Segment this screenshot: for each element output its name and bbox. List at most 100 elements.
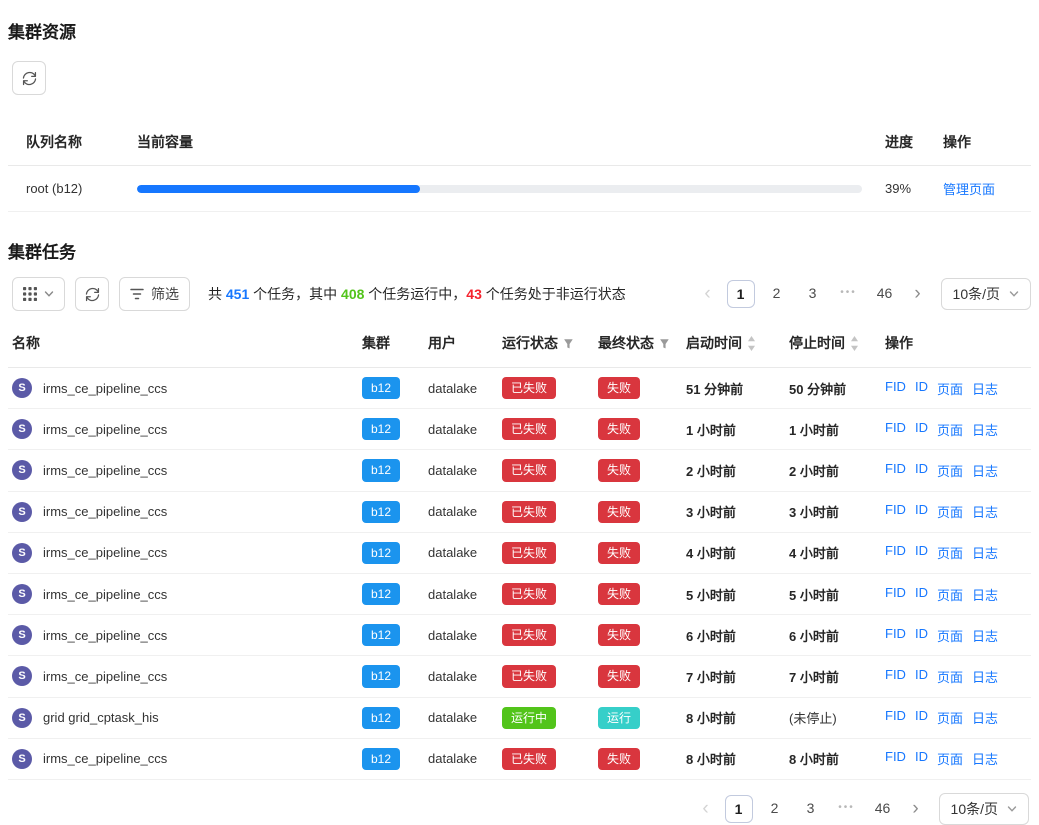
page-link[interactable]: 页面 [937, 667, 963, 686]
pagination-page-last[interactable]: 46 [869, 795, 897, 823]
start-time-header: 启动时间 [686, 333, 742, 353]
table-row: S irms_ce_pipeline_ccs b12 datalake 已失败 … [8, 615, 1031, 656]
fid-link[interactable]: FID [885, 379, 906, 398]
id-link[interactable]: ID [915, 543, 928, 562]
pagination-page-last[interactable]: 46 [871, 280, 899, 308]
fid-link[interactable]: FID [885, 708, 906, 727]
id-link[interactable]: ID [915, 461, 928, 480]
log-link[interactable]: 日志 [972, 461, 998, 480]
log-link[interactable]: 日志 [972, 749, 998, 768]
log-link[interactable]: 日志 [972, 543, 998, 562]
id-link[interactable]: ID [915, 420, 928, 439]
cluster-badge: b12 [362, 748, 400, 770]
start-time-cell: 3 小时前 [682, 491, 785, 532]
log-link[interactable]: 日志 [972, 708, 998, 727]
log-link[interactable]: 日志 [972, 626, 998, 645]
page-link[interactable]: 页面 [937, 749, 963, 768]
manage-page-link[interactable]: 管理页面 [943, 182, 995, 197]
final-status-badge: 失败 [598, 501, 640, 523]
fid-link[interactable]: FID [885, 461, 906, 480]
fid-link[interactable]: FID [885, 420, 906, 439]
pagination-next-button[interactable]: › [907, 281, 929, 307]
page-link[interactable]: 页面 [937, 461, 963, 480]
fid-link[interactable]: FID [885, 667, 906, 686]
pagination-prev-button[interactable]: ‹ [697, 281, 719, 307]
start-time-sorter-icon[interactable] [747, 336, 756, 351]
page-link[interactable]: 页面 [937, 502, 963, 521]
log-link[interactable]: 日志 [972, 585, 998, 604]
page-link[interactable]: 页面 [937, 708, 963, 727]
resources-header-row: 队列名称 当前容量 进度 操作 [8, 119, 1031, 166]
final-status-badge: 失败 [598, 542, 640, 564]
resources-action-header: 操作 [939, 119, 1031, 166]
page-link[interactable]: 页面 [937, 543, 963, 562]
page-size-select[interactable]: 10条/页 [941, 278, 1031, 310]
resources-refresh-button[interactable] [12, 61, 46, 95]
pagination-page-1[interactable]: 1 [727, 280, 755, 308]
run-status-badge: 已失败 [502, 418, 556, 440]
pagination-ellipsis[interactable]: ••• [833, 795, 861, 823]
pagination-prev-button[interactable]: ‹ [695, 796, 717, 822]
user-cell: datalake [424, 450, 498, 491]
cluster-header: 集群 [358, 319, 424, 368]
queue-name: root (b12) [8, 166, 133, 212]
page-link[interactable]: 页面 [937, 420, 963, 439]
log-link[interactable]: 日志 [972, 502, 998, 521]
run-status-badge: 已失败 [502, 665, 556, 687]
log-link[interactable]: 日志 [972, 420, 998, 439]
fid-link[interactable]: FID [885, 543, 906, 562]
page-link[interactable]: 页面 [937, 585, 963, 604]
capacity-progress-fill [137, 185, 420, 193]
fid-link[interactable]: FID [885, 749, 906, 768]
filter-button[interactable]: 筛选 [119, 277, 190, 311]
final-status-header: 最终状态 [598, 333, 654, 353]
id-link[interactable]: ID [915, 502, 928, 521]
column-settings-button[interactable] [12, 277, 65, 311]
user-cell: datalake [424, 738, 498, 779]
fid-link[interactable]: FID [885, 502, 906, 521]
pagination-page-3[interactable]: 3 [799, 280, 827, 308]
id-link[interactable]: ID [915, 379, 928, 398]
pagination-page-2[interactable]: 2 [763, 280, 791, 308]
task-name: irms_ce_pipeline_ccs [43, 545, 167, 560]
pagination-page-2[interactable]: 2 [761, 795, 789, 823]
log-link[interactable]: 日志 [972, 667, 998, 686]
table-row: S irms_ce_pipeline_ccs b12 datalake 已失败 … [8, 738, 1031, 779]
task-name: irms_ce_pipeline_ccs [43, 669, 167, 684]
avatar: S [12, 460, 32, 480]
run-status-filter-icon[interactable] [563, 338, 574, 349]
tasks-refresh-button[interactable] [75, 277, 109, 311]
avatar: S [12, 625, 32, 645]
id-link[interactable]: ID [915, 585, 928, 604]
pagination-next-button[interactable]: › [905, 796, 927, 822]
fid-link[interactable]: FID [885, 585, 906, 604]
id-link[interactable]: ID [915, 708, 928, 727]
filter-lines-icon [130, 288, 144, 300]
final-status-filter-icon[interactable] [659, 338, 670, 349]
page-link[interactable]: 页面 [937, 379, 963, 398]
pagination-page-3[interactable]: 3 [797, 795, 825, 823]
user-cell: datalake [424, 697, 498, 738]
page-size-select[interactable]: 10条/页 [939, 793, 1029, 825]
user-cell: datalake [424, 573, 498, 614]
table-row: S irms_ce_pipeline_ccs b12 datalake 已失败 … [8, 409, 1031, 450]
id-link[interactable]: ID [915, 667, 928, 686]
pagination-ellipsis[interactable]: ••• [835, 280, 863, 308]
queue-name-header: 队列名称 [8, 119, 133, 166]
cluster-tasks-title: 集群任务 [8, 238, 1031, 263]
id-link[interactable]: ID [915, 749, 928, 768]
capacity-progress-bar [137, 185, 862, 193]
run-status-badge: 已失败 [502, 377, 556, 399]
avatar: S [12, 419, 32, 439]
start-time-cell: 6 小时前 [682, 615, 785, 656]
progress-percent: 39% [881, 166, 939, 212]
cluster-badge: b12 [362, 583, 400, 605]
fid-link[interactable]: FID [885, 626, 906, 645]
id-link[interactable]: ID [915, 626, 928, 645]
page-link[interactable]: 页面 [937, 626, 963, 645]
log-link[interactable]: 日志 [972, 379, 998, 398]
stop-time-sorter-icon[interactable] [850, 336, 859, 351]
final-status-badge: 失败 [598, 418, 640, 440]
progress-header: 进度 [881, 119, 939, 166]
pagination-page-1[interactable]: 1 [725, 795, 753, 823]
